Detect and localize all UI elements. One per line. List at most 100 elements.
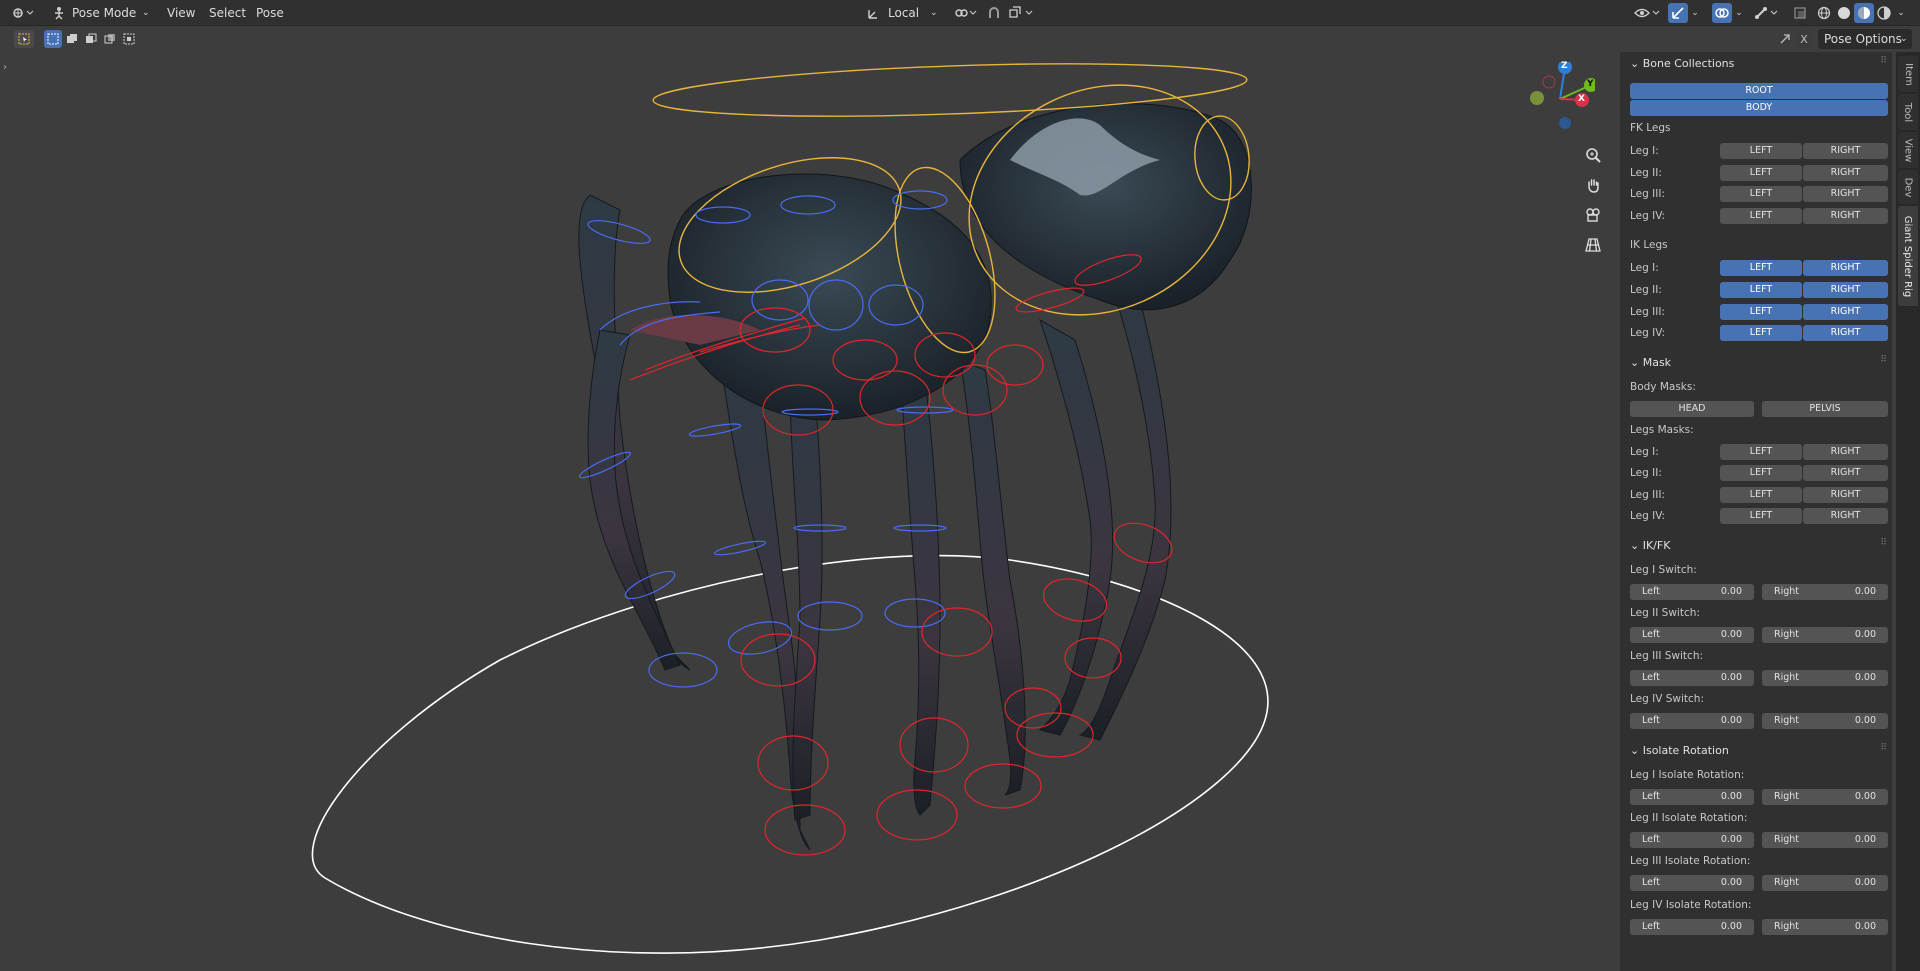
mask-leg-right-button[interactable]: RIGHT [1803,444,1888,460]
shading-material-icon[interactable] [1854,3,1874,23]
isolate-left-field[interactable]: Left 0.00 [1630,789,1754,805]
ik-leg-left-button[interactable]: LEFT [1720,260,1802,276]
menu-pose[interactable]: Pose [250,4,290,22]
pose-options-dropdown[interactable]: Pose Options ⌄ [1818,29,1912,49]
close-icon[interactable]: X [1796,30,1812,48]
chevron-down-icon[interactable]: ⌄ [1688,4,1702,22]
zoom-icon[interactable] [1580,142,1606,168]
menu-view[interactable]: View [161,4,201,22]
fk-leg-right-button[interactable]: RIGHT [1803,143,1888,159]
ikfk-switch-label: Leg II Switch: [1630,607,1700,619]
body-collection-button[interactable]: BODY [1630,100,1888,116]
pan-hand-icon[interactable] [1580,172,1606,198]
ik-leg-right-button[interactable]: RIGHT [1803,260,1888,276]
navigation-gizmo[interactable]: Z Y X [1525,60,1598,132]
tab-giant-spider-rig[interactable]: Giant Spider Rig [1898,206,1918,306]
select-tool-icon[interactable] [14,30,34,48]
pivot-point-icon[interactable] [950,4,980,22]
viewport-header: Pose Mode ⌄ View Select Pose Local ⌄ ⌄ ⌄… [0,0,1920,26]
shading-wireframe-icon[interactable] [1814,4,1834,22]
ik-leg-right-button[interactable]: RIGHT [1803,304,1888,320]
bone-display-icon[interactable] [1752,4,1782,22]
ikfk-right-field[interactable]: Right 0.00 [1762,713,1888,729]
head-mask-button[interactable]: HEAD [1630,401,1754,417]
fk-leg-right-button[interactable]: RIGHT [1803,186,1888,202]
drag-handle-icon[interactable]: ⠿ [1880,538,1888,548]
tool-header: X Pose Options ⌄ [0,26,1920,52]
camera-icon[interactable] [1580,202,1606,228]
select-new-icon[interactable] [44,30,62,48]
ik-leg-label: Leg II: [1630,284,1662,296]
mode-dropdown[interactable]: Pose Mode ⌄ [48,3,154,23]
drag-handle-icon[interactable]: ⠿ [1880,355,1888,365]
mask-header[interactable]: ⌄ Mask [1630,355,1671,371]
shading-solid-icon[interactable] [1834,4,1854,22]
snap-icon[interactable] [984,4,1004,22]
ikfk-header[interactable]: ⌄ IK/FK [1630,538,1670,554]
fk-leg-label: Leg IV: [1630,210,1666,222]
gizmo-toggle-icon[interactable] [1668,3,1688,23]
bone-collections-header[interactable]: ⌄ Bone Collections [1630,56,1734,72]
tab-tool[interactable]: Tool [1898,94,1918,130]
fk-leg-right-button[interactable]: RIGHT [1803,208,1888,224]
ik-leg-left-button[interactable]: LEFT [1720,282,1802,298]
isolate-right-field[interactable]: Right 0.00 [1762,832,1888,848]
ik-leg-right-button[interactable]: RIGHT [1803,325,1888,341]
mask-leg-left-button[interactable]: LEFT [1720,465,1802,481]
ik-leg-left-button[interactable]: LEFT [1720,325,1802,341]
menu-select[interactable]: Select [203,4,252,22]
drag-handle-icon[interactable]: ⠿ [1880,56,1888,66]
mask-leg-right-button[interactable]: RIGHT [1803,487,1888,503]
tab-item[interactable]: Item [1898,56,1918,92]
ikfk-right-field[interactable]: Right 0.00 [1762,670,1888,686]
perspective-grid-icon[interactable] [1580,232,1606,258]
chevron-down-icon[interactable]: ⌄ [1732,4,1746,22]
editor-type-icon[interactable] [8,4,38,22]
root-collection-button[interactable]: ROOT [1630,83,1888,99]
field-label: Right [1774,877,1800,888]
ikfk-right-field[interactable]: Right 0.00 [1762,584,1888,600]
select-intersect-icon[interactable] [120,30,138,48]
overlays-icon[interactable] [1712,3,1732,23]
isolate-right-field[interactable]: Right 0.00 [1762,875,1888,891]
isolate-left-field[interactable]: Left 0.00 [1630,832,1754,848]
mask-leg-right-button[interactable]: RIGHT [1803,465,1888,481]
fk-leg-left-button[interactable]: LEFT [1720,165,1802,181]
fk-leg-left-button[interactable]: LEFT [1720,208,1802,224]
isolate-rotation-header[interactable]: ⌄ Isolate Rotation [1630,743,1729,759]
transform-orientation-dropdown[interactable]: Local ⌄ [864,3,942,23]
tab-view[interactable]: View [1898,132,1918,168]
fk-leg-left-button[interactable]: LEFT [1720,186,1802,202]
mask-leg-left-button[interactable]: LEFT [1720,487,1802,503]
mask-leg-left-button[interactable]: LEFT [1720,444,1802,460]
select-invert-icon[interactable] [101,30,119,48]
field-value: 0.00 [1720,921,1742,932]
fk-leg-left-button[interactable]: LEFT [1720,143,1802,159]
3d-viewport[interactable]: › Z Y X [0,52,1620,971]
pelvis-mask-button[interactable]: PELVIS [1762,401,1888,417]
visibility-icon[interactable] [1632,4,1662,22]
pin-icon[interactable] [1776,30,1794,48]
ik-leg-left-button[interactable]: LEFT [1720,304,1802,320]
isolate-left-field[interactable]: Left 0.00 [1630,919,1754,935]
mask-leg-left-button[interactable]: LEFT [1720,508,1802,524]
snap-target-icon[interactable] [1004,4,1036,22]
tab-dev[interactable]: Dev [1898,170,1918,204]
isolate-right-field[interactable]: Right 0.00 [1762,789,1888,805]
shading-rendered-icon[interactable] [1874,4,1894,22]
ik-leg-right-button[interactable]: RIGHT [1803,282,1888,298]
isolate-right-field[interactable]: Right 0.00 [1762,919,1888,935]
select-subtract-icon[interactable] [82,30,100,48]
select-extend-icon[interactable] [63,30,81,48]
chevron-down-icon[interactable]: ⌄ [1894,4,1908,22]
mask-leg-right-button[interactable]: RIGHT [1803,508,1888,524]
fk-leg-right-button[interactable]: RIGHT [1803,165,1888,181]
ikfk-left-field[interactable]: Left 0.00 [1630,584,1754,600]
ikfk-right-field[interactable]: Right 0.00 [1762,627,1888,643]
ikfk-left-field[interactable]: Left 0.00 [1630,713,1754,729]
xray-icon[interactable] [1790,4,1810,22]
drag-handle-icon[interactable]: ⠿ [1880,743,1888,753]
isolate-left-field[interactable]: Left 0.00 [1630,875,1754,891]
ikfk-left-field[interactable]: Left 0.00 [1630,670,1754,686]
ikfk-left-field[interactable]: Left 0.00 [1630,627,1754,643]
